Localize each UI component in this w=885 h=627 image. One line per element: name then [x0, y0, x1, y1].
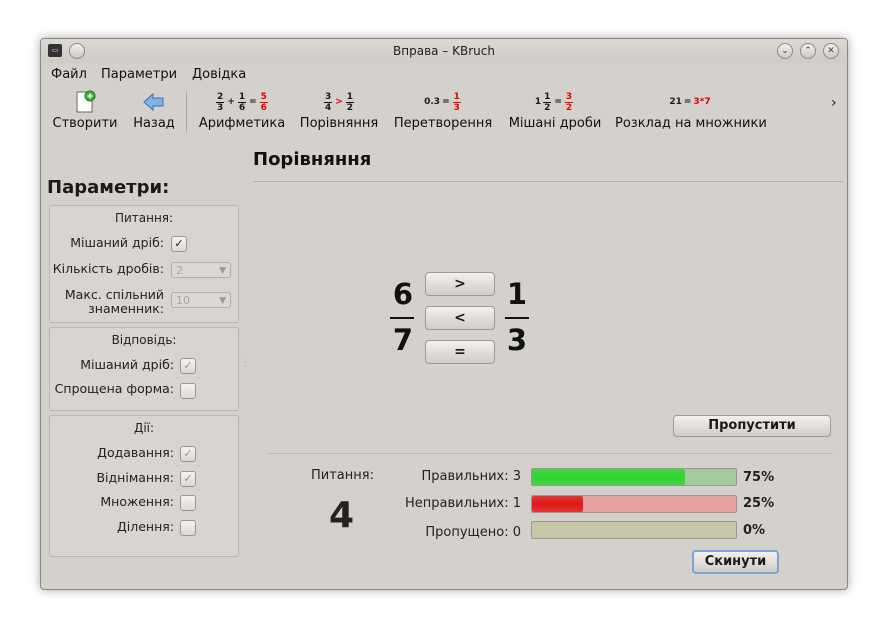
mixed-fractions-icon: 1 12 = 32: [534, 91, 574, 113]
section-divider: [253, 181, 843, 182]
comparison-icon: 34 > 12: [323, 91, 355, 113]
correct-label: Правильних: 3: [421, 469, 522, 484]
arithmetic-button[interactable]: 23 + 16 = 56 Арифметика: [197, 89, 287, 132]
less-than-button[interactable]: <: [425, 306, 495, 330]
arithmetic-label: Арифметика: [198, 116, 286, 131]
correct-fill: [532, 469, 685, 485]
back-button[interactable]: Назад: [129, 89, 179, 131]
task-mixed-checkbox[interactable]: ✓: [171, 236, 187, 252]
menu-settings[interactable]: Параметри: [101, 67, 177, 82]
equal-button[interactable]: =: [425, 340, 495, 364]
division-label: Ділення:: [117, 519, 174, 534]
addition-label: Додавання:: [97, 445, 174, 460]
create-label: Створити: [52, 116, 118, 131]
reset-button[interactable]: Скинути: [692, 550, 779, 574]
left-denominator: 7: [392, 323, 414, 357]
skipped-label: Пропущено: 0: [425, 525, 521, 540]
answer-group: Відповідь: Мішаний дріб: ✓ Спрощена форм…: [49, 327, 239, 411]
fraction-count-select[interactable]: 2 ▼: [171, 262, 231, 278]
operations-group: Дії: Додавання: ✓ Віднімання: ✓ Множення…: [49, 415, 239, 557]
multiplication-checkbox[interactable]: [180, 495, 196, 511]
max-denominator-select[interactable]: 10 ▼: [171, 292, 231, 308]
back-arrow-icon: [129, 89, 179, 115]
wrong-fill: [532, 496, 583, 512]
subtraction-checkbox[interactable]: ✓: [180, 471, 196, 487]
task-mixed-label: Мішаний дріб:: [70, 235, 164, 250]
greater-than-button[interactable]: >: [425, 272, 495, 296]
toolbar-separator: [186, 91, 187, 133]
conversion-button[interactable]: 0.3 = 13 Перетворення: [391, 89, 495, 132]
wrong-progress-bar: [531, 495, 737, 513]
reduced-form-label: Спрощена форма:: [54, 381, 174, 396]
toolbar: Створити Назад 23 + 16 = 56 Арифметика 3…: [41, 85, 847, 139]
mixed-fractions-button[interactable]: 1 12 = 32 Мішані дроби: [507, 89, 603, 132]
close-icon[interactable]: ✕: [823, 43, 839, 59]
addition-checkbox[interactable]: ✓: [180, 446, 196, 462]
maximize-icon[interactable]: ⌃: [800, 43, 816, 59]
section-title: Порівняння: [253, 149, 372, 170]
chevron-down-icon: ▼: [219, 296, 226, 306]
chevron-down-icon: ▼: [219, 266, 226, 276]
task-number: 4: [329, 495, 355, 536]
menu-bar: Файл Параметри Довідка: [41, 63, 847, 85]
wrong-percent: 25%: [743, 496, 775, 511]
division-checkbox[interactable]: [180, 520, 196, 536]
app-window: ▭ Вправа – KBruch ⌄ ⌃ ✕ Файл Параметри Д…: [40, 38, 848, 590]
factorization-icon: 21 = 3*7: [669, 97, 711, 107]
back-label: Назад: [133, 116, 175, 131]
right-numerator: 1: [506, 277, 528, 311]
mixed-fractions-label: Мішані дроби: [508, 116, 602, 131]
reduced-form-checkbox[interactable]: [180, 383, 196, 399]
conversion-icon: 0.3 = 13: [424, 91, 461, 113]
task-group: Питання: Мішаний дріб: ✓ Кількість дробі…: [49, 205, 239, 323]
correct-percent: 75%: [743, 470, 775, 485]
operations-group-title: Дії:: [133, 421, 155, 435]
answer-mixed-label: Мішаний дріб:: [80, 357, 174, 372]
fraction-count-label: Кількість дробів:: [52, 261, 164, 276]
skipped-percent: 0%: [743, 523, 766, 538]
skipped-progress-bar: [531, 521, 737, 539]
title-bar: ▭ Вправа – KBruch ⌄ ⌃ ✕: [41, 39, 847, 63]
splitter-handle[interactable]: · · ·: [244, 355, 247, 371]
answer-group-title: Відповідь:: [111, 333, 177, 347]
left-fraction-bar: [390, 317, 414, 319]
create-button[interactable]: Створити: [51, 89, 119, 131]
task-label: Питання:: [311, 468, 374, 483]
comparison-label: Порівняння: [299, 116, 379, 131]
new-document-icon: [51, 89, 119, 115]
params-title: Параметри:: [47, 177, 170, 198]
stats-divider: [267, 453, 833, 454]
subtraction-label: Віднімання:: [96, 470, 174, 485]
factorization-label: Розклад на множники: [615, 116, 767, 131]
right-denominator: 3: [506, 323, 528, 357]
wrong-label: Неправильних: 1: [405, 496, 521, 511]
task-group-title: Питання:: [114, 211, 174, 225]
window-title: Вправа – KBruch: [393, 44, 495, 58]
max-denominator-label: Макс. спільний знаменник:: [64, 287, 164, 316]
factorization-button[interactable]: 21 = 3*7 Розклад на множники: [615, 89, 767, 131]
minimize-icon[interactable]: ⌄: [777, 43, 793, 59]
menu-file[interactable]: Файл: [51, 67, 87, 82]
skip-button[interactable]: Пропустити: [673, 415, 831, 437]
toolbar-overflow-icon[interactable]: ›: [831, 95, 837, 111]
answer-mixed-checkbox[interactable]: ✓: [180, 358, 196, 374]
right-fraction-bar: [505, 317, 529, 319]
conversion-label: Перетворення: [393, 116, 493, 131]
correct-progress-bar: [531, 468, 737, 486]
menu-help[interactable]: Довідка: [192, 67, 246, 82]
multiplication-label: Множення:: [100, 494, 174, 509]
comparison-button[interactable]: 34 > 12 Порівняння: [299, 89, 379, 132]
arithmetic-icon: 23 + 16 = 56: [216, 91, 268, 113]
left-numerator: 6: [392, 277, 414, 311]
